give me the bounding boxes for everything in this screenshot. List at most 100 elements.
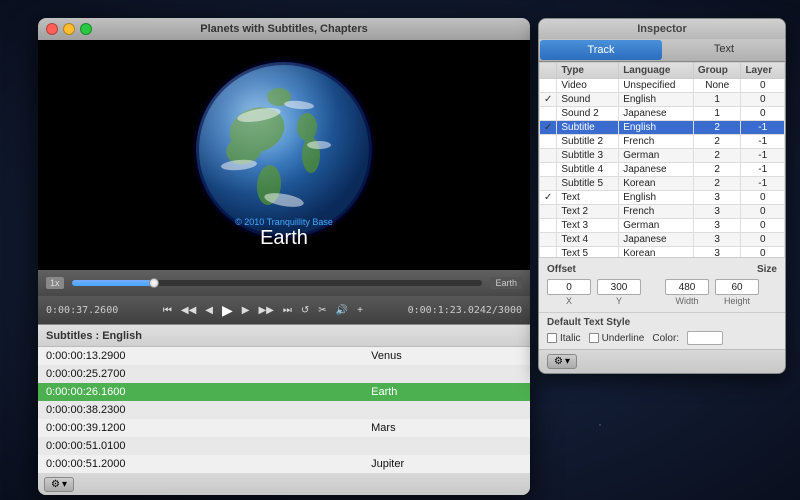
offset-y-label: Y (616, 296, 622, 306)
loop-button[interactable]: ↺ (298, 303, 312, 318)
skip-back-10-button[interactable]: ⏮ (160, 303, 175, 318)
size-height-label: Height (724, 296, 750, 306)
subtitle-row[interactable]: 0:00:00:25.2700 (38, 365, 530, 383)
tab-text[interactable]: Text (663, 39, 785, 59)
track-row[interactable]: ✓ Sound English 1 0 (540, 93, 785, 107)
track-table-container: Type Language Group Layer Video Unspecif… (539, 62, 785, 257)
track-group: 3 (693, 219, 741, 233)
track-row[interactable]: ✓ Subtitle English 2 -1 (540, 121, 785, 135)
track-type: Subtitle (557, 121, 619, 135)
track-layer: -1 (741, 149, 785, 163)
size-width-input[interactable] (665, 279, 709, 295)
track-check[interactable] (540, 163, 557, 177)
subtitle-row[interactable]: 0:00:00:39.1200 Mars (38, 419, 530, 437)
track-row[interactable]: Text 5 Korean 3 0 (540, 247, 785, 258)
maximize-button[interactable] (80, 23, 92, 35)
track-row[interactable]: Subtitle 2 French 2 -1 (540, 135, 785, 149)
trim-button[interactable]: ✂ (315, 303, 329, 318)
track-check[interactable] (540, 247, 557, 258)
minimize-button[interactable] (63, 23, 75, 35)
step-back-button[interactable]: ◀ (202, 303, 216, 318)
underline-checkbox[interactable] (589, 333, 599, 343)
progress-bar[interactable] (72, 280, 483, 286)
subtitle-row[interactable]: 0:00:00:13.2900 Venus (38, 347, 530, 365)
track-type: Video (557, 79, 619, 93)
track-check[interactable] (540, 149, 557, 163)
transport-bar: 0:00:37.2600 ⏮ ◀◀ ◀ ▶ ▶ ▶▶ ⏭ ↺ ✂ 🔊 + 0:0… (38, 296, 530, 324)
track-group: 2 (693, 121, 741, 135)
volume-button[interactable]: 🔊 (333, 303, 351, 318)
video-area: © 2010 Tranquillity Base Earth (38, 40, 530, 270)
track-row[interactable]: Text 2 French 3 0 (540, 205, 785, 219)
track-check[interactable] (540, 177, 557, 191)
track-row[interactable]: Text 4 Japanese 3 0 (540, 233, 785, 247)
track-row[interactable]: Subtitle 3 German 2 -1 (540, 149, 785, 163)
track-row[interactable]: Text 3 German 3 0 (540, 219, 785, 233)
close-button[interactable] (46, 23, 58, 35)
track-language: English (619, 121, 694, 135)
inspector-gear-button[interactable]: ⚙ ▾ (547, 354, 577, 369)
subtitle-row[interactable]: 0:00:00:51.0100 (38, 437, 530, 455)
subtitle-row[interactable]: 0:00:00:38.2300 (38, 401, 530, 419)
play-button[interactable]: ▶ (219, 300, 236, 321)
track-language: German (619, 149, 694, 163)
subtitle-row[interactable]: 0:00:00:51.2000 Jupiter (38, 455, 530, 473)
track-check[interactable]: ✓ (540, 121, 557, 135)
track-row[interactable]: ✓ Text English 3 0 (540, 191, 785, 205)
track-group: 2 (693, 135, 741, 149)
subtitle-text: Earth (363, 383, 530, 401)
track-check[interactable] (540, 233, 557, 247)
italic-checkbox[interactable] (547, 333, 557, 343)
track-layer: 0 (741, 219, 785, 233)
size-height-input[interactable] (715, 279, 759, 295)
fast-forward-button[interactable]: ▶▶ (255, 303, 276, 318)
subtitle-time: 0:00:00:51.2000 (38, 455, 363, 473)
track-check[interactable] (540, 219, 557, 233)
track-row[interactable]: Sound 2 Japanese 1 0 (540, 107, 785, 121)
track-language: Unspecified (619, 79, 694, 93)
track-layer: 0 (741, 205, 785, 219)
track-row[interactable]: Subtitle 4 Japanese 2 -1 (540, 163, 785, 177)
subtitle-table: 0:00:00:13.2900 Venus 0:00:00:25.2700 0:… (38, 347, 530, 473)
transport-buttons: ⏮ ◀◀ ◀ ▶ ▶ ▶▶ ⏭ ↺ ✂ 🔊 + (160, 300, 366, 321)
step-forward-button[interactable]: ▶ (239, 303, 253, 318)
track-row[interactable]: Subtitle 5 Korean 2 -1 (540, 177, 785, 191)
skip-forward-button[interactable]: ⏭ (280, 303, 295, 318)
inspector-tabs: Track Text (539, 39, 785, 62)
rewind-button[interactable]: ◀◀ (178, 303, 199, 318)
track-check[interactable]: ✓ (540, 191, 557, 205)
track-layer: -1 (741, 177, 785, 191)
track-language: English (619, 191, 694, 205)
track-check[interactable] (540, 205, 557, 219)
controls-bar: 1x Earth (38, 270, 530, 296)
subtitle-time: 0:00:00:51.0100 (38, 437, 363, 455)
subtitle-footer: ⚙ ▾ (38, 473, 530, 495)
offset-x-input[interactable] (547, 279, 591, 295)
player-window-title: Planets with Subtitles, Chapters (200, 23, 367, 35)
subtitle-text (363, 437, 530, 455)
track-type: Sound 2 (557, 107, 619, 121)
track-row[interactable]: Video Unspecified None 0 (540, 79, 785, 93)
track-group: 2 (693, 163, 741, 177)
color-swatch[interactable] (687, 331, 723, 345)
subtitle-time: 0:00:00:39.1200 (38, 419, 363, 437)
add-button[interactable]: + (354, 303, 366, 318)
inspector-gear-arrow: ▾ (565, 356, 570, 367)
window-controls (46, 23, 92, 35)
offset-y-input[interactable] (597, 279, 641, 295)
subtitle-row[interactable]: 0:00:00:26.1600 Earth (38, 383, 530, 401)
track-check[interactable] (540, 107, 557, 121)
italic-text: Italic (560, 333, 581, 344)
track-check[interactable] (540, 79, 557, 93)
track-group: 3 (693, 191, 741, 205)
track-check[interactable] (540, 135, 557, 149)
chapter-label: Earth (490, 277, 522, 289)
track-language: Japanese (619, 107, 694, 121)
tab-track[interactable]: Track (540, 40, 662, 60)
track-check[interactable]: ✓ (540, 93, 557, 107)
track-language: Korean (619, 177, 694, 191)
subtitle-gear-button[interactable]: ⚙ ▾ (44, 477, 74, 492)
size-width-label: Width (675, 296, 698, 306)
italic-label: Italic (547, 333, 581, 344)
track-layer: -1 (741, 163, 785, 177)
